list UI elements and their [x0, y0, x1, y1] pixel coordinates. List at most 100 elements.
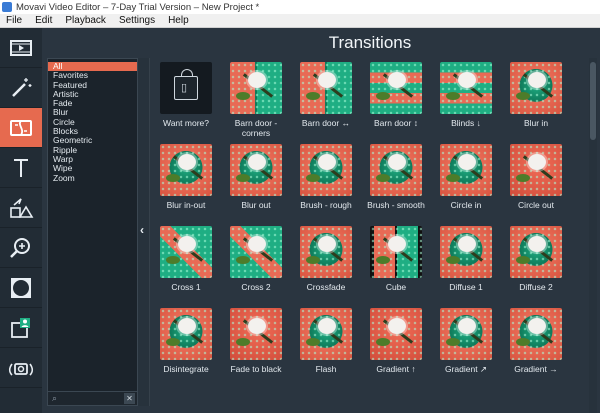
thumbnail-flower [458, 236, 476, 252]
thumbnail-leaf [306, 256, 320, 264]
thumbnail-leaf [306, 174, 320, 182]
transition-tile[interactable]: Brush - rough [292, 144, 360, 210]
thumbnail-dots [510, 308, 562, 360]
transition-label: Blur out [241, 200, 271, 210]
transition-tile[interactable]: Brush - smooth [362, 144, 430, 210]
thumbnail-dots [230, 308, 282, 360]
thumbnail-flower [388, 72, 406, 88]
transition-tile[interactable]: Gradient ↗ [432, 308, 500, 374]
clear-search-button[interactable]: ✕ [124, 393, 135, 404]
menu-settings[interactable]: Settings [119, 15, 155, 26]
transition-tile[interactable]: Diffuse 1 [432, 226, 500, 292]
thumbnail-dots [510, 62, 562, 114]
search-input[interactable]: ⌕ ✕ [48, 391, 137, 405]
transition-thumbnail [370, 308, 422, 360]
transition-tile[interactable]: Blinds ↓ [432, 62, 500, 128]
transition-tile[interactable]: Want more? [152, 62, 220, 128]
transition-thumbnail [510, 144, 562, 196]
tool-callouts[interactable] [0, 188, 42, 228]
thumbnail-leaf [516, 256, 530, 264]
shapes-icon [10, 197, 34, 218]
transition-tile[interactable]: Diffuse 2 [502, 226, 570, 292]
tool-export[interactable] [0, 308, 42, 348]
transition-tile[interactable]: Flash [292, 308, 360, 374]
menu-playback[interactable]: Playback [65, 15, 106, 26]
transition-tile[interactable]: Cube [362, 226, 430, 292]
window-title: Movavi Video Editor – 7-Day Trial Versio… [16, 1, 260, 13]
transition-tile[interactable]: Cross 1 [152, 226, 220, 292]
transition-tile[interactable]: Circle out [502, 144, 570, 210]
thumbnail-leaf [516, 92, 530, 100]
thumbnail-dots [160, 226, 212, 278]
thumbnail-flower [248, 72, 266, 88]
scrollbar[interactable] [589, 58, 597, 413]
transition-tile[interactable]: Cross 2 [222, 226, 290, 292]
transition-tile[interactable]: Blur out [222, 144, 290, 210]
menu-edit[interactable]: Edit [35, 15, 52, 26]
transition-thumbnail [160, 144, 212, 196]
category-panel: All Favorites Featured Artistic Fade Blur Circ… [47, 58, 138, 406]
chevron-left-icon: ‹ [140, 223, 144, 237]
thumbnail-dots [440, 226, 492, 278]
thumbnail-leaf [446, 338, 460, 346]
tool-import-media[interactable] [0, 28, 42, 68]
transition-tile[interactable]: Disintegrate [152, 308, 220, 374]
transition-tile[interactable]: Fade to black [222, 308, 290, 374]
transition-thumbnail [440, 308, 492, 360]
scrollbar-thumb[interactable] [590, 62, 596, 140]
transition-tile[interactable]: Blur in-out [152, 144, 220, 210]
transition-tile[interactable]: Barn door ↔ [292, 62, 360, 128]
transition-label: Circle in [450, 200, 482, 210]
thumbnail-dots [160, 308, 212, 360]
thumbnail-flower [248, 318, 266, 334]
transition-thumbnail [160, 308, 212, 360]
tool-pan-zoom[interactable] [0, 228, 42, 268]
thumbnail-dots [440, 144, 492, 196]
transition-tile[interactable]: Circle in [432, 144, 500, 210]
thumbnail-leaf [516, 338, 530, 346]
category-item[interactable]: Zoom [48, 173, 137, 183]
transition-label: Gradient → [514, 364, 558, 374]
menu-file[interactable]: File [6, 15, 22, 26]
transition-tile[interactable]: Crossfade [292, 226, 360, 292]
transition-tile[interactable]: Barn door ↕ [362, 62, 430, 128]
transition-label: Crossfade [306, 282, 346, 292]
transition-label: Brush - rough [300, 200, 352, 210]
transition-thumbnail [230, 62, 282, 114]
thumbnail-dots [440, 308, 492, 360]
transition-tile[interactable]: Gradient ↑ [362, 308, 430, 374]
thumbnail-flower [388, 318, 406, 334]
thumbnail-dots [370, 144, 422, 196]
collapse-panel-button[interactable]: ‹ [138, 58, 150, 406]
thumbnail-dots [440, 62, 492, 114]
transition-thumbnail [510, 62, 562, 114]
menu-help[interactable]: Help [168, 15, 189, 26]
tool-screen-capture[interactable] [0, 348, 42, 388]
thumbnail-flower [458, 318, 476, 334]
thumbnail-dots [230, 226, 282, 278]
tool-transitions[interactable] [0, 108, 42, 148]
tool-overlay[interactable] [0, 268, 42, 308]
transition-label: Cross 2 [241, 282, 271, 292]
tool-filters[interactable] [0, 68, 42, 108]
thumbnail-flower [388, 236, 406, 252]
transition-tile[interactable]: Barn door - corners [222, 62, 290, 138]
thumbnail-leaf [166, 174, 180, 182]
thumbnail-flower [318, 318, 336, 334]
transition-label: Blur in-out [166, 200, 206, 210]
thumbnail-dots [300, 144, 352, 196]
transition-tile[interactable]: Gradient → [502, 308, 570, 374]
thumbnail-leaf [236, 256, 250, 264]
thumbnail-flower [178, 236, 196, 252]
thumbnail-dots [300, 308, 352, 360]
transition-thumbnail [300, 144, 352, 196]
transition-thumbnail [230, 144, 282, 196]
tool-titles[interactable] [0, 148, 42, 188]
transition-thumbnail [440, 144, 492, 196]
transition-label: Want more? [163, 118, 209, 128]
transition-thumbnail [370, 144, 422, 196]
thumbnail-dots [370, 226, 422, 278]
transition-thumbnail [230, 308, 282, 360]
transitions-grid: Want more? Barn door - corners Barn door ↔… [152, 58, 586, 413]
transition-tile[interactable]: Blur in [502, 62, 570, 128]
